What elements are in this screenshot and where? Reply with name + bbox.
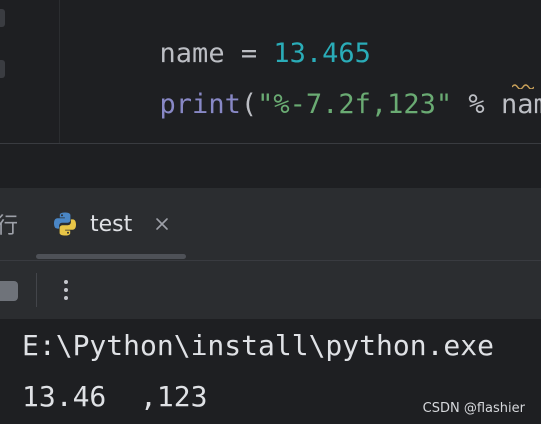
tab-label: test [90, 211, 133, 237]
code-line-1: name = 13.465 [62, 0, 371, 69]
code-token: "%-7.2f,123" [257, 89, 453, 120]
toolbar-separator [36, 273, 37, 307]
warning-squiggle-icon [512, 84, 534, 89]
console-output[interactable]: E:\Python\install\python.exe 13.46 ,123 … [0, 319, 541, 424]
gutter-marker [0, 60, 5, 78]
console-line: E:\Python\install\python.exe [22, 329, 495, 362]
ide-window: name = 13.465 print("%-7.2f,123" % name)… [0, 0, 541, 424]
code-line-2: print("%-7.2f,123" % name) [62, 51, 541, 120]
code-editor[interactable]: name = 13.465 print("%-7.2f,123" % name) [0, 0, 541, 143]
console-line: 13.46 ,123 [22, 380, 208, 413]
code-token: print [159, 89, 241, 120]
code-token: ( [240, 89, 258, 120]
run-toolbar [0, 260, 541, 319]
close-icon[interactable] [154, 216, 170, 232]
tab-test[interactable]: test [52, 202, 170, 246]
editor-panel-gap [0, 144, 541, 188]
run-tab-strip: 行 test [0, 188, 541, 260]
code-token: % [452, 89, 501, 120]
stop-icon[interactable] [0, 281, 18, 301]
watermark: CSDN @flashier [422, 401, 525, 416]
gutter-marker [0, 9, 5, 27]
more-vertical-icon[interactable] [58, 275, 74, 305]
selected-tab-indicator [36, 254, 186, 259]
clipped-tab-label[interactable]: 行 [0, 208, 18, 240]
gutter-separator [59, 0, 60, 143]
code-token: name [500, 89, 541, 120]
python-icon [54, 212, 76, 236]
